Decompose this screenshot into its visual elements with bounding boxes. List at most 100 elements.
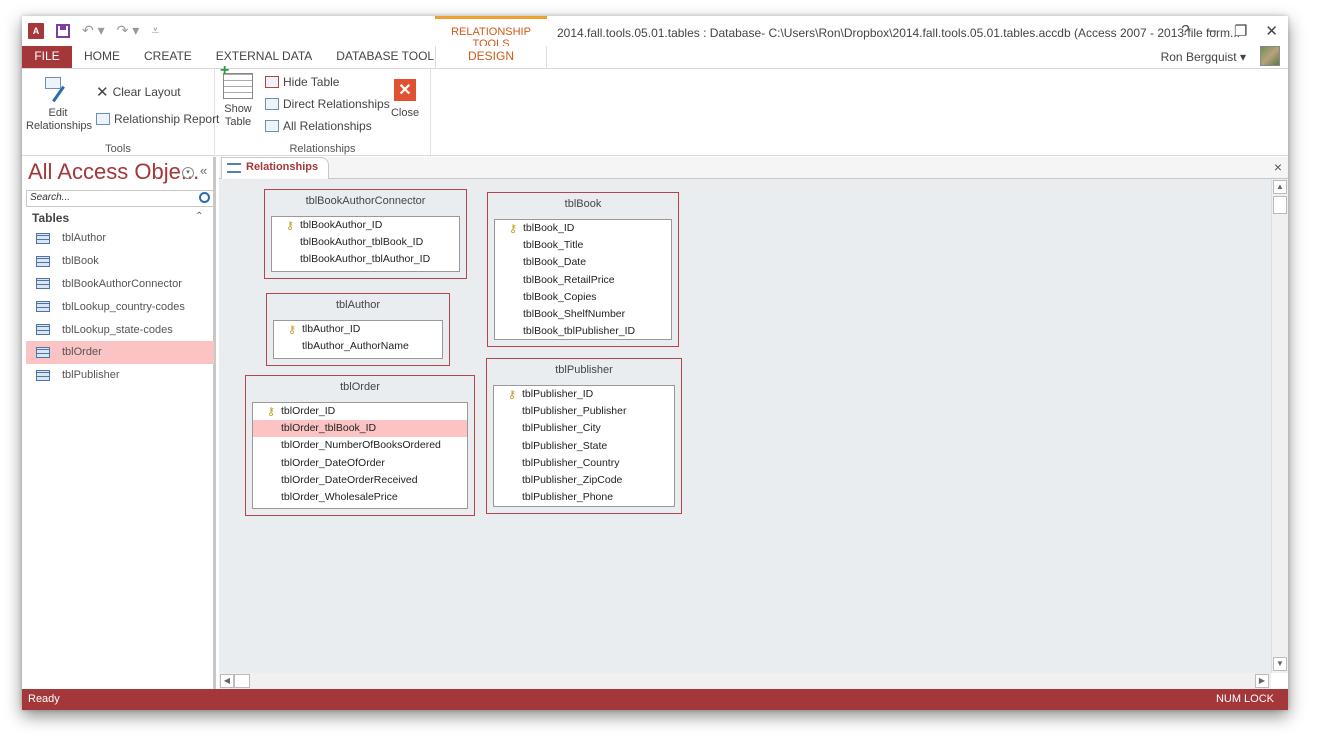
title-bar: A ↶ ▾ ↷ ▾ ⩡ RELATIONSHIP TOOLS 2014.fall… — [22, 16, 1288, 66]
scroll-down-icon[interactable]: ▼ — [1273, 657, 1287, 671]
field-list-title[interactable]: tblOrder — [246, 376, 474, 398]
save-icon[interactable] — [56, 23, 70, 38]
customize-qat-icon[interactable]: ⩡ — [151, 22, 159, 39]
nav-item-tblpublisher[interactable]: tblPublisher — [26, 364, 214, 387]
field-row[interactable]: tblBookAuthor_tblAuthor_ID — [272, 251, 459, 268]
relationships-canvas[interactable]: tblBookAuthorConnector ⚷ tblBookAuthor_ID t… — [219, 179, 1271, 673]
scroll-right-icon[interactable]: ▶ — [1255, 674, 1269, 688]
vertical-scrollbar[interactable]: ▲ ▼ — [1271, 179, 1288, 673]
field-row[interactable]: tblOrder_DateOfOrder — [253, 455, 467, 472]
vertical-scroll-thumb[interactable] — [1273, 196, 1287, 214]
field-row[interactable]: ⚷ tblBook_ID — [495, 220, 671, 237]
field-row[interactable]: tlbAuthor_AuthorName — [274, 338, 442, 355]
hide-table-icon — [265, 76, 279, 88]
field-name: tblBookAuthor_ID — [300, 219, 383, 231]
nav-item-label: tblAuthor — [62, 232, 107, 245]
field-row[interactable]: tblPublisher_Publisher — [494, 403, 674, 420]
nav-item-tblauthor[interactable]: tblAuthor — [26, 227, 214, 250]
field-row[interactable]: ⚷ tlbAuthor_ID — [274, 321, 442, 338]
field-name: tblOrder_WholesalePrice — [281, 490, 398, 503]
all-relationships-icon — [265, 120, 279, 132]
field-row[interactable]: tblPublisher_Phone — [494, 489, 674, 506]
restore-button[interactable]: ❐ — [1234, 22, 1247, 40]
access-window: A ↶ ▾ ↷ ▾ ⩡ RELATIONSHIP TOOLS 2014.fall… — [22, 16, 1288, 710]
field-list-title[interactable]: tblBook — [488, 193, 678, 215]
field-row[interactable]: tblBook_tblPublisher_ID — [495, 323, 671, 340]
horizontal-scroll-thumb[interactable] — [234, 674, 250, 688]
nav-item-tbllookup-state-codes[interactable]: tblLookup_state-codes — [26, 318, 214, 341]
field-row[interactable]: ⚷ tblBookAuthor_ID — [272, 217, 459, 234]
close-window-button[interactable]: ✕ — [1265, 22, 1278, 40]
horizontal-scrollbar[interactable]: ◀ ▶ — [219, 673, 1271, 689]
field-row[interactable]: tblOrder_NumberOfBooksOrdered — [253, 437, 467, 454]
field-list-title[interactable]: tblAuthor — [267, 294, 449, 316]
tab-design[interactable]: DESIGN — [435, 46, 547, 68]
ribbon-tabs: FILE HOME CREATE EXTERNAL DATA DATABASE … — [22, 46, 1288, 68]
relationship-report-button[interactable]: Relationship Report — [96, 112, 219, 126]
field-list-tblauthor[interactable]: tblAuthor ⚷ tlbAuthor_ID tlbAuthor_AuthorNa… — [266, 293, 450, 366]
clear-layout-button[interactable]: ✕ Clear Layout — [96, 83, 181, 101]
close-document-button[interactable]: × — [1274, 159, 1282, 175]
field-row[interactable]: tblPublisher_ZipCode — [494, 472, 674, 489]
search-input[interactable]: Search... — [26, 190, 214, 207]
field-row[interactable]: tblBook_ShelfNumber — [495, 306, 671, 323]
field-row[interactable]: ⚷ tblOrder_ID — [253, 403, 467, 420]
field-name: tblPublisher_ID — [522, 388, 594, 400]
direct-relationships-button[interactable]: Direct Relationships — [265, 97, 390, 111]
nav-item-tblorder[interactable]: tblOrder — [26, 340, 214, 364]
collapse-group-icon[interactable]: ⌃ — [195, 211, 203, 222]
field-list-title[interactable]: tblPublisher — [487, 359, 681, 381]
field-list-tblbookauthorconnector[interactable]: tblBookAuthorConnector ⚷ tblBookAuthor_ID t… — [264, 189, 467, 279]
nav-item-tblbook[interactable]: tblBook — [26, 250, 214, 273]
scroll-up-icon[interactable]: ▲ — [1273, 180, 1287, 194]
undo-icon[interactable]: ↶ ▾ — [82, 22, 105, 39]
field-row[interactable]: tblPublisher_City — [494, 420, 674, 437]
tab-home[interactable]: HOME — [72, 46, 132, 68]
close-relationships-button[interactable]: ✕ Close — [387, 79, 423, 120]
tab-file[interactable]: FILE — [22, 46, 72, 68]
field-row[interactable]: tblPublisher_State — [494, 438, 674, 455]
field-row[interactable]: tblOrder_WholesalePrice — [253, 489, 467, 506]
shutter-bar-icon[interactable]: « — [200, 163, 207, 178]
field-row[interactable]: ⚷ tblPublisher_ID — [494, 386, 674, 403]
edit-relationships-label: Edit Relationships — [26, 107, 93, 132]
primary-key-icon: ⚷ — [508, 389, 517, 401]
field-row[interactable]: tblBook_Date — [495, 254, 671, 271]
search-icon[interactable] — [199, 192, 210, 203]
tab-create[interactable]: CREATE — [132, 46, 204, 68]
edit-relationships-icon — [43, 77, 73, 103]
tables-group-header[interactable]: Tables — [32, 211, 69, 225]
help-button[interactable]: ? — [1181, 22, 1189, 40]
field-row[interactable]: tblBook_Copies — [495, 289, 671, 306]
scroll-left-icon[interactable]: ◀ — [220, 674, 234, 688]
nav-pane-title[interactable]: All Access Obje... — [28, 159, 199, 185]
hide-table-label: Hide Table — [283, 75, 340, 89]
field-row[interactable]: tblOrder_tblBook_ID — [253, 420, 467, 438]
hide-table-button[interactable]: Hide Table — [265, 75, 339, 89]
field-row[interactable]: tblBook_Title — [495, 237, 671, 254]
show-table-label-1: Show — [224, 103, 252, 115]
nav-item-tbllookup-country-codes[interactable]: tblLookup_country-codes — [26, 295, 214, 318]
field-name: tblBook_ShelfNumber — [523, 307, 626, 320]
field-row[interactable]: tblBookAuthor_tblBook_ID — [272, 234, 459, 251]
tab-relationships[interactable]: Relationships — [221, 157, 330, 179]
field-row[interactable]: tblOrder_DateOrderReceived — [253, 472, 467, 489]
field-list-tblpublisher[interactable]: tblPublisher ⚷ tblPublisher_ID tblPublisher… — [486, 358, 682, 514]
field-list-tblorder[interactable]: tblOrder ⚷ tblOrder_ID tblOrder_tblBook_ID t… — [245, 375, 475, 516]
show-table-button[interactable]: Show Table — [220, 64, 255, 129]
field-row[interactable]: tblPublisher_Country — [494, 455, 674, 472]
field-list-title[interactable]: tblBookAuthorConnector — [265, 190, 466, 212]
redo-icon[interactable]: ↷ ▾ — [117, 22, 140, 39]
access-app-icon[interactable]: A — [28, 22, 44, 39]
field-list-tblbook[interactable]: tblBook ⚷ tblBook_ID tblBook_Title tblBook_D… — [487, 192, 679, 347]
field-row[interactable]: tblBook_RetailPrice — [495, 272, 671, 289]
minimize-button[interactable]: – — [1208, 22, 1216, 40]
field-name: tblPublisher_City — [522, 422, 601, 435]
field-name: tblPublisher_Publisher — [522, 405, 627, 418]
tables-list: tblAuthor tblBook tblBookAuthorConnector tb… — [26, 227, 214, 387]
edit-relationships-button[interactable]: Edit Relationships — [26, 77, 93, 133]
close-label: Close — [390, 107, 420, 119]
nav-item-tblbookauthorconnector[interactable]: tblBookAuthorConnector — [26, 273, 214, 296]
all-relationships-button[interactable]: All Relationships — [265, 119, 372, 133]
nav-menu-icon[interactable]: ▾ — [182, 167, 194, 179]
